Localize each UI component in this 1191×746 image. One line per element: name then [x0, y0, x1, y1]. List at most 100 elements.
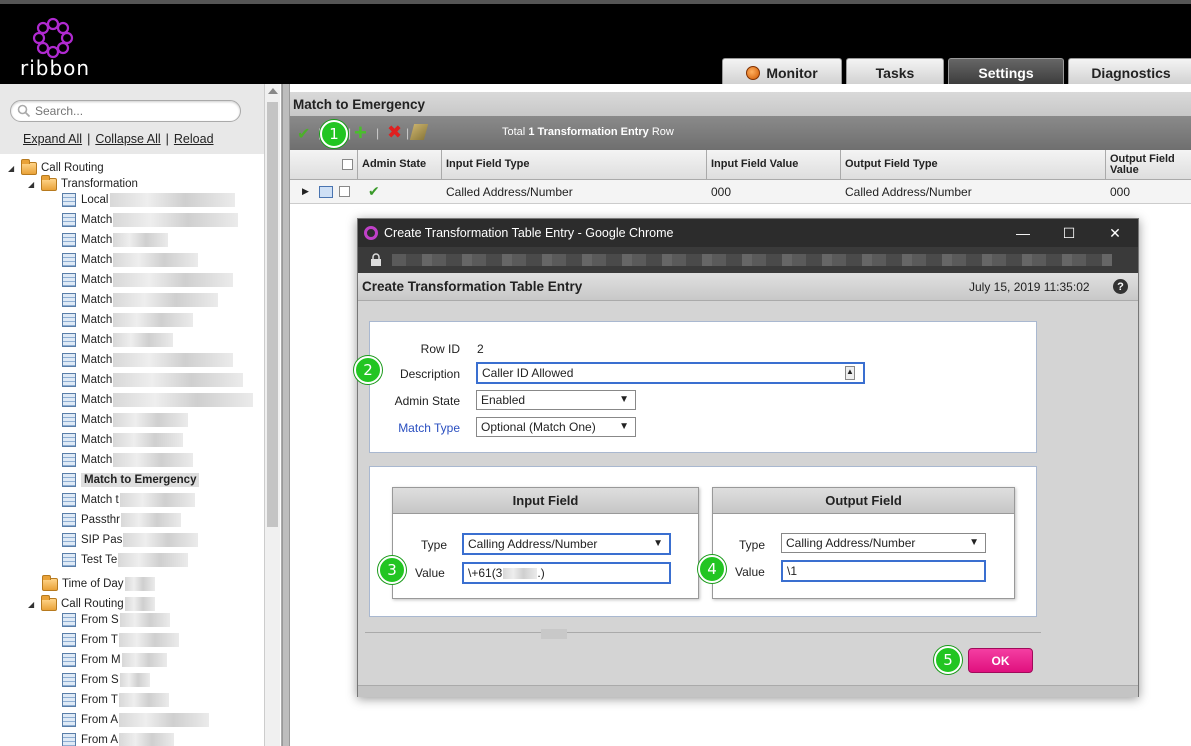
tree-leaf[interactable]: Match [62, 231, 169, 249]
expand-all-link[interactable]: Expand All [23, 132, 82, 146]
search-input[interactable] [35, 103, 235, 119]
input-type-select[interactable]: Calling Address/Number ▼ [462, 533, 671, 555]
redacted-text [124, 577, 155, 591]
tab-diagnostics[interactable]: Diagnostics [1068, 58, 1191, 86]
scrollbar-thumb[interactable] [541, 629, 567, 639]
tree-leaf[interactable]: Match [62, 311, 194, 329]
navigation-panel: Expand All|Collapse All|Reload ◢ Call Ro… [0, 84, 282, 746]
match-type-select[interactable]: Optional (Match One) ▼ [476, 417, 636, 437]
close-button[interactable]: ✕ [1092, 219, 1138, 247]
tree-leaf[interactable]: Match [62, 331, 174, 349]
tree-leaf[interactable]: From M [62, 651, 167, 669]
tab-tasks[interactable]: Tasks [846, 58, 944, 86]
tree-leaf[interactable]: Match [62, 371, 244, 389]
add-entry-icon[interactable]: + [354, 120, 367, 146]
scroll-up-icon[interactable] [268, 88, 278, 94]
tree-node-time-of-day[interactable]: Time of Day [42, 574, 155, 593]
dialog-window-title: Create Transformation Table Entry - Goog… [384, 226, 674, 240]
tree-leaf-label: Match [81, 234, 113, 246]
tree-leaf[interactable]: Match [62, 351, 234, 369]
table-icon [62, 673, 76, 687]
match-type-label[interactable]: Match Type [370, 421, 460, 435]
tree-leaf[interactable]: Passthr [62, 511, 181, 529]
tree-leaf[interactable]: Local [62, 191, 235, 209]
admin-state-label: Admin State [394, 394, 460, 408]
scrollbar-thumb[interactable] [267, 102, 278, 527]
redacted-text [113, 233, 169, 247]
panel-splitter[interactable] [282, 84, 290, 746]
tree-leaf[interactable]: From S [62, 611, 170, 629]
output-value-field[interactable]: \1 [781, 560, 986, 582]
expand-arrow-icon[interactable]: ◢ [8, 164, 18, 173]
table-icon [62, 233, 76, 247]
row-edit-icon[interactable] [318, 185, 333, 198]
tree-leaf[interactable]: Match [62, 451, 194, 469]
bulk-edit-icon[interactable] [409, 124, 429, 140]
row-input-field-value: 000 [711, 184, 732, 199]
logo-text: ribbon [20, 56, 91, 80]
col-output-field-value[interactable]: Output Field Value [1106, 150, 1191, 179]
tree-leaf[interactable]: Match [62, 431, 184, 449]
help-icon[interactable]: ? [1113, 279, 1128, 294]
lock-icon [371, 253, 381, 266]
tab-settings[interactable]: Settings [948, 58, 1064, 86]
redacted-text [121, 513, 181, 527]
description-input[interactable]: Caller ID Allowed ▲ [476, 362, 865, 384]
col-admin-state[interactable]: Admin State [358, 150, 442, 179]
tree-leaf[interactable]: From A [62, 731, 175, 746]
select-all-checkbox[interactable] [342, 159, 353, 170]
tree-leaf[interactable]: From S [62, 671, 150, 689]
table-icon [62, 193, 76, 207]
reload-link[interactable]: Reload [174, 132, 214, 146]
tree-leaf-label: From T [81, 694, 118, 706]
tree-leaf[interactable]: Match [62, 211, 239, 229]
redacted-text [113, 453, 194, 467]
tree-leaf[interactable]: Match [62, 411, 189, 429]
redacted-text [113, 373, 244, 387]
ok-button[interactable]: OK [968, 648, 1033, 673]
col-output-field-type[interactable]: Output Field Type [841, 150, 1106, 179]
admin-state-select[interactable]: Enabled ▼ [476, 390, 636, 410]
table-row[interactable]: ▶ ✔ Called Address/Number 000 Called Add… [290, 180, 1191, 204]
address-bar[interactable] [358, 247, 1138, 273]
dialog-titlebar[interactable]: Create Transformation Table Entry - Goog… [358, 219, 1138, 247]
expand-arrow-icon[interactable]: ◢ [28, 600, 38, 609]
dropdown-caret-icon: ▼ [653, 538, 663, 549]
maximize-button[interactable]: ☐ [1046, 219, 1092, 247]
row-expand-icon[interactable]: ▶ [302, 186, 309, 197]
tree-leaf[interactable]: From T [62, 631, 179, 649]
delete-icon[interactable]: ✖ [387, 122, 402, 143]
input-value-field[interactable]: \+61(3.) [462, 562, 671, 584]
tab-monitor[interactable]: Monitor [722, 58, 842, 86]
minimize-button[interactable]: — [1000, 219, 1046, 247]
search-box[interactable] [10, 100, 241, 122]
collapse-all-link[interactable]: Collapse All [95, 132, 160, 146]
redacted-url [392, 254, 1112, 266]
tree-leaf[interactable]: SIP Pas [62, 531, 199, 549]
expand-arrow-icon[interactable]: ◢ [28, 180, 38, 189]
tree-leaf[interactable]: Test Te [62, 551, 189, 569]
row-checkbox[interactable] [338, 186, 350, 197]
tree-leaf[interactable]: From A [62, 711, 210, 729]
tree-scrollbar[interactable] [264, 84, 280, 746]
tree-leaf[interactable]: Match [62, 391, 254, 409]
folder-icon [42, 574, 58, 591]
dialog-hscroll[interactable] [365, 629, 1041, 644]
table-icon [62, 313, 76, 327]
output-type-select[interactable]: Calling Address/Number ▼ [781, 533, 986, 553]
enabled-check-icon: ✔ [368, 183, 380, 199]
redacted-text [113, 333, 174, 347]
row-input-field-type: Called Address/Number [446, 184, 573, 199]
dialog-header: Create Transformation Table Entry July 1… [358, 273, 1138, 301]
save-check-icon[interactable]: ✔ [297, 124, 310, 144]
col-input-field-type[interactable]: Input Field Type [442, 150, 707, 179]
table-icon [62, 273, 76, 287]
tree-leaf[interactable]: Match [62, 271, 234, 289]
tree-leaf[interactable]: From T [62, 691, 169, 709]
tree-leaf[interactable]: Match [62, 251, 199, 269]
row-id-value: 2 [477, 342, 484, 356]
tree-leaf-selected[interactable]: Match to Emergency [62, 471, 200, 489]
tree-leaf[interactable]: Match t [62, 491, 195, 509]
col-input-field-value[interactable]: Input Field Value [707, 150, 841, 179]
tree-leaf[interactable]: Match [62, 291, 219, 309]
